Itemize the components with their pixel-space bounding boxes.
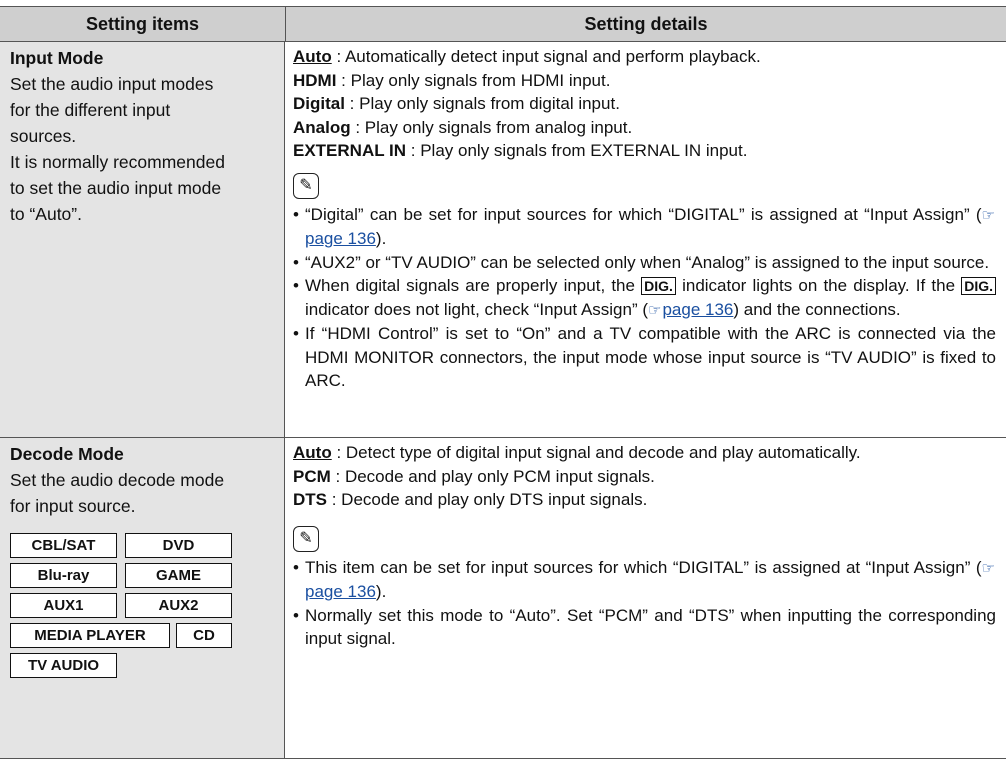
- note-item: When digital signals are properly input,…: [293, 274, 996, 322]
- input-mode-desc-line: It is normally recommended: [10, 152, 225, 172]
- input-mode-details-cell: Auto : Automatically detect input signal…: [285, 42, 1006, 437]
- option-name: Analog: [293, 117, 351, 137]
- decode-mode-details-cell: Auto : Detect type of digital input sign…: [285, 438, 1006, 758]
- option-text: : Detect type of digital input signal an…: [331, 443, 861, 462]
- input-mode-title: Input Mode: [10, 48, 104, 68]
- input-mode-desc-line: Set the audio input modes: [10, 74, 214, 94]
- option-name: DTS: [293, 490, 327, 509]
- option-text: : Decode and play only PCM input signals…: [330, 466, 655, 486]
- option-text: : Play only signals from analog input.: [350, 117, 633, 137]
- decode-mode-item-cell: Decode Mode Set the audio decode mode fo…: [0, 438, 285, 758]
- header-setting-details: Setting details: [584, 13, 708, 34]
- source-label-game: GAME: [125, 563, 232, 588]
- note-item: Normally set this mode to “Auto”. Set “P…: [293, 604, 996, 651]
- table-row-input-mode: Input Mode Set the audio input modes for…: [0, 42, 1006, 438]
- page-link[interactable]: page 136: [305, 582, 376, 601]
- source-label-dvd: DVD: [125, 533, 232, 558]
- option-auto: Auto : Detect type of digital input sign…: [293, 441, 996, 465]
- option-hdmi: HDMI : Play only signals from HDMI input…: [293, 69, 996, 93]
- option-dts: DTS : Decode and play only DTS input sig…: [293, 488, 996, 512]
- source-label-aux1: AUX1: [10, 593, 117, 618]
- option-auto: Auto : Automatically detect input signal…: [293, 45, 996, 69]
- note-item: If “HDMI Control” is set to “On” and a T…: [293, 322, 996, 393]
- input-source-labels-row: TV AUDIO: [10, 653, 276, 678]
- input-source-labels: CBL/SAT DVD Blu-ray GAME AUX1 AUX2: [10, 533, 276, 618]
- input-mode-desc-line: for the different input: [10, 100, 171, 120]
- page-ref-icon: ☞: [981, 206, 995, 224]
- option-name: PCM: [293, 466, 331, 486]
- pencil-note-icon: ✎: [293, 525, 319, 552]
- notes-list: This item can be set for input sources f…: [293, 556, 996, 651]
- option-name: Auto: [293, 47, 332, 66]
- pencil-note-icon: ✎: [293, 172, 319, 199]
- settings-table: Setting items Setting details Input Mode…: [0, 6, 1006, 759]
- option-external-in: EXTERNAL IN : Play only signals from EXT…: [293, 139, 996, 163]
- page-ref-icon: ☞: [981, 559, 995, 577]
- note-item: “AUX2” or “TV AUDIO” can be selected onl…: [293, 251, 996, 275]
- table-header: Setting items Setting details: [0, 6, 1006, 42]
- source-label-aux2: AUX2: [125, 593, 232, 618]
- note-item: This item can be set for input sources f…: [293, 556, 996, 604]
- decode-mode-desc-line: for input source.: [10, 496, 136, 516]
- input-mode-desc-line: sources.: [10, 126, 77, 146]
- note-item: “Digital” can be set for input sources f…: [293, 203, 996, 251]
- source-label-tv-audio: TV AUDIO: [10, 653, 117, 678]
- option-text: : Decode and play only DTS input signals…: [327, 490, 648, 509]
- header-setting-items: Setting items: [0, 7, 286, 41]
- decode-mode-title: Decode Mode: [10, 444, 124, 464]
- table-row-decode-mode: Decode Mode Set the audio decode mode fo…: [0, 438, 1006, 759]
- option-name: HDMI: [293, 70, 337, 90]
- option-digital: Digital : Play only signals from digital…: [293, 92, 996, 116]
- option-text: : Play only signals from EXTERNAL IN inp…: [406, 141, 748, 160]
- source-label-media-player: MEDIA PLAYER: [10, 623, 170, 648]
- notes-list: “Digital” can be set for input sources f…: [293, 203, 996, 393]
- input-mode-desc-line: to set the audio input mode: [10, 178, 222, 198]
- input-source-labels-row: MEDIA PLAYER CD: [10, 623, 276, 648]
- option-name: Auto: [293, 443, 332, 462]
- option-name: EXTERNAL IN: [293, 141, 407, 160]
- option-pcm: PCM : Decode and play only PCM input sig…: [293, 465, 996, 489]
- input-mode-desc-line: to “Auto”.: [10, 204, 82, 224]
- option-name: Digital: [293, 94, 345, 113]
- page-link[interactable]: page 136: [305, 229, 376, 248]
- source-label-cd: CD: [176, 623, 232, 648]
- decode-mode-desc-line: Set the audio decode mode: [10, 470, 225, 490]
- source-label-cbl-sat: CBL/SAT: [10, 533, 117, 558]
- source-label-blu-ray: Blu-ray: [10, 563, 117, 588]
- dig-indicator: DIG.: [961, 277, 996, 295]
- page-ref-icon: ☞: [648, 301, 662, 319]
- dig-indicator: DIG.: [641, 277, 676, 295]
- option-text: : Automatically detect input signal and …: [331, 47, 761, 66]
- option-text: : Play only signals from digital input.: [344, 94, 620, 113]
- input-mode-item-cell: Input Mode Set the audio input modes for…: [0, 42, 285, 437]
- page-link[interactable]: page 136: [662, 300, 733, 319]
- option-text: : Play only signals from HDMI input.: [336, 70, 611, 90]
- option-analog: Analog : Play only signals from analog i…: [293, 116, 996, 140]
